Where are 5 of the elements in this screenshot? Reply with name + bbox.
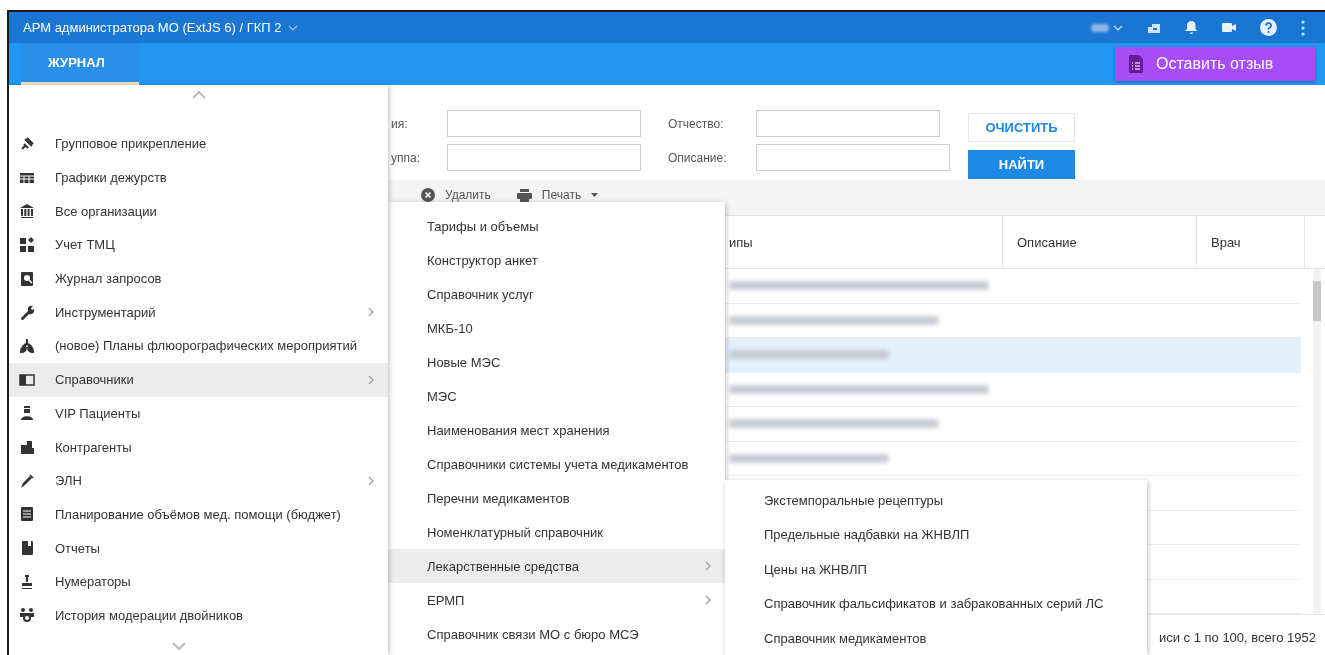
field-label: Описание: — [667, 150, 728, 165]
field-label: Отчество: — [667, 116, 725, 131]
paging-info: иси с 1 по 100, всего 1952 — [1158, 629, 1316, 645]
field-label: ия: — [391, 116, 409, 131]
field-label: уппа: — [391, 150, 421, 165]
